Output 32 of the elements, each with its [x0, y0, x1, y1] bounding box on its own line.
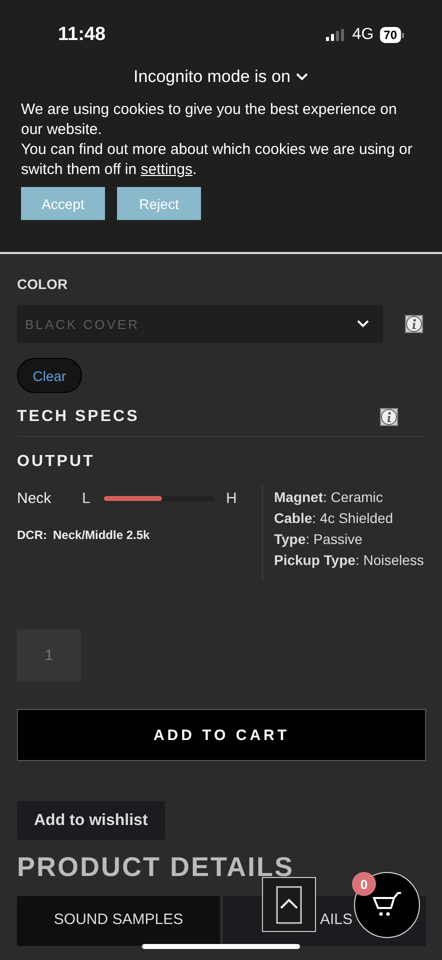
scroll-top-button[interactable] — [262, 877, 316, 932]
section-heading: PRODUCT DETAILS — [17, 852, 294, 884]
section-heading: OUTPUT — [17, 453, 96, 471]
network-label: 4G — [352, 26, 374, 44]
spec-line: Magnet: Ceramic — [274, 488, 384, 507]
dcr-value: Neck/Middle 2.5k — [53, 528, 150, 542]
dcr-label: DCR: — [17, 528, 47, 542]
settings-link[interactable]: settings — [140, 161, 192, 178]
clear-button[interactable]: Clear — [17, 358, 82, 393]
chevron-down-icon — [357, 320, 369, 328]
chevron-up-icon — [276, 886, 302, 924]
color-label: COLOR — [17, 276, 69, 294]
info-icon[interactable] — [405, 315, 423, 333]
cart-count-badge: 0 — [352, 872, 376, 896]
chevron-down-icon[interactable] — [296, 73, 308, 81]
incognito-label: Incognito mode is on — [134, 67, 290, 87]
signal-icon — [326, 29, 346, 41]
section-heading: TECH SPECS — [17, 408, 140, 426]
clock-time: 11:48 — [58, 24, 107, 46]
wishlist-button[interactable]: Add to wishlist — [17, 801, 165, 840]
add-to-cart-button[interactable]: ADD TO CART — [17, 709, 426, 761]
meter-label: Neck — [17, 490, 52, 506]
cookie-message: We are using cookies to give you the best experience on our website. You can find out more about which cookies we are using or switch them off in settings. — [21, 100, 414, 180]
spec-line: Type: Passive — [274, 530, 364, 549]
high-label: H — [226, 490, 237, 506]
info-icon[interactable] — [380, 408, 398, 426]
low-label: L — [82, 490, 92, 506]
battery-level: 70 — [380, 27, 401, 43]
tab[interactable]: SOUND SAMPLES — [17, 896, 220, 946]
spec-line: Cable: 4c Shielded — [274, 509, 394, 528]
spec-line: Pickup Type: Noiseless — [274, 551, 424, 570]
cart-icon — [372, 892, 402, 918]
